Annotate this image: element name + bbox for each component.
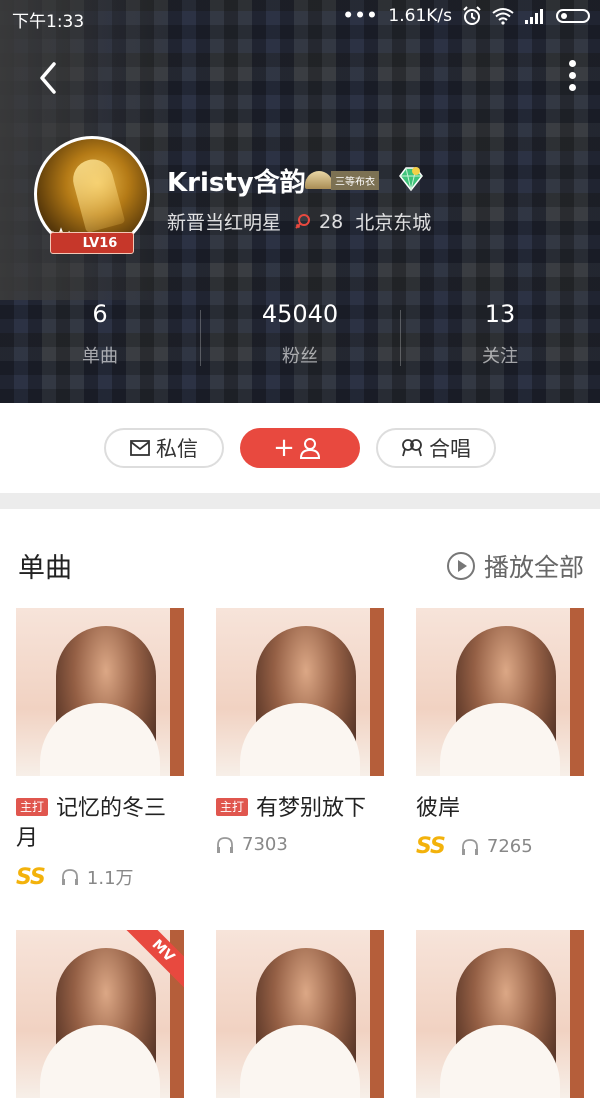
song-cover (216, 930, 384, 1098)
cover-edge (170, 608, 184, 776)
song-meta: SS 1.1万 (16, 864, 184, 890)
status-right: ••• 1.61K/s (343, 6, 590, 26)
headphones-icon (61, 869, 78, 885)
action-bar: 私信 + 合唱 (0, 403, 600, 493)
song-cover: MV (16, 930, 184, 1098)
song-cover (416, 930, 584, 1098)
grade-badge: SS (16, 864, 46, 890)
female-icon (295, 213, 311, 229)
play-all-label: 播放全部 (483, 553, 584, 582)
message-button[interactable]: 私信 (104, 428, 224, 468)
menu-dot (568, 84, 576, 91)
status-bar: 下午1:33 ••• 1.61K/s (0, 0, 600, 34)
message-label: 私信 (156, 437, 198, 461)
song-card[interactable] (416, 930, 584, 1098)
wifi-icon (492, 8, 514, 25)
follow-button[interactable]: + (240, 428, 360, 468)
profile-subinfo: 新晋当红明星 28 北京东城 (167, 208, 431, 235)
signal-icon (525, 9, 543, 24)
stat-songs[interactable]: 6 单曲 (0, 300, 200, 368)
song-meta: SS 7265 (416, 834, 584, 859)
rank-badge[interactable]: 三等布衣 (305, 170, 387, 190)
grade-badge: SS (416, 834, 446, 859)
menu-dot (568, 72, 576, 79)
song-card[interactable]: 主打 有梦别放下 7303 (216, 608, 384, 855)
cover-edge (570, 608, 584, 776)
stat-fans[interactable]: 45040 粉丝 (200, 300, 400, 368)
song-title: 彼岸 (416, 796, 461, 821)
user-age: 28 (319, 210, 344, 233)
user-title: 新晋当红明星 (167, 212, 282, 234)
profile-stats: 6 单曲 45040 粉丝 13 关注 (0, 300, 600, 380)
user-icon (299, 438, 320, 459)
song-cover (216, 608, 384, 776)
user-name: Kristy含韵 (167, 168, 306, 198)
stat-number: 13 (484, 300, 516, 328)
cover-edge (370, 930, 384, 1098)
play-count: 1.1万 (86, 868, 134, 889)
song-title-row: 主打 有梦别放下 (216, 794, 384, 824)
duet-icon (402, 439, 422, 457)
song-title-row: 主打 记忆的冬三月 (16, 794, 184, 854)
back-button[interactable] (30, 58, 70, 98)
section-divider (0, 493, 600, 509)
level-badge: LV16 (50, 232, 134, 254)
status-time: 下午1:33 (12, 12, 85, 32)
rank-label: 三等布衣 (331, 170, 379, 190)
stat-following[interactable]: 13 关注 (400, 300, 600, 368)
hat-icon (305, 171, 333, 189)
song-title-row: 彼岸 (416, 794, 584, 824)
song-cover (16, 608, 184, 776)
more-notifications-icon: ••• (342, 6, 379, 26)
plus-label: + (273, 433, 295, 463)
duet-label: 合唱 (429, 437, 471, 461)
play-count: 7303 (242, 834, 288, 855)
song-title: 有梦别放下 (256, 796, 367, 821)
featured-tag: 主打 (216, 798, 249, 816)
stat-number: 45040 (261, 300, 339, 328)
user-location: 北京东城 (355, 212, 432, 234)
more-options-button[interactable] (562, 56, 582, 98)
stat-label: 粉丝 (282, 346, 318, 367)
song-card[interactable] (216, 930, 384, 1098)
song-cover (416, 608, 584, 776)
cover-edge (570, 930, 584, 1098)
song-meta: 7303 (216, 834, 384, 855)
headphones-icon (461, 838, 478, 855)
stat-label: 关注 (482, 346, 518, 367)
vip-diamond-icon[interactable] (396, 164, 426, 194)
play-circle-icon (446, 552, 475, 580)
featured-tag: 主打 (16, 798, 49, 816)
play-count: 7265 (486, 836, 533, 857)
alarm-icon (463, 6, 481, 25)
network-speed: 1.61K/s (388, 6, 452, 26)
headphones-icon (217, 836, 233, 853)
song-card[interactable]: MV (16, 930, 184, 1098)
duet-button[interactable]: 合唱 (376, 428, 496, 468)
battery-icon (556, 9, 590, 23)
chevron-left-icon (40, 62, 56, 94)
menu-dot (568, 60, 576, 67)
song-card[interactable]: 主打 记忆的冬三月 SS 1.1万 (16, 608, 184, 890)
section-title: 单曲 (18, 553, 72, 584)
stat-number: 6 (92, 300, 108, 328)
play-all-button[interactable]: 播放全部 (446, 548, 584, 584)
mail-icon (130, 440, 150, 456)
song-card[interactable]: 彼岸 SS 7265 (416, 608, 584, 859)
stat-label: 单曲 (82, 346, 118, 367)
cover-edge (370, 608, 384, 776)
profile-header: 下午1:33 ••• 1.61K/s LV16 Kristy含韵 三等布衣 新晋… (0, 0, 600, 403)
